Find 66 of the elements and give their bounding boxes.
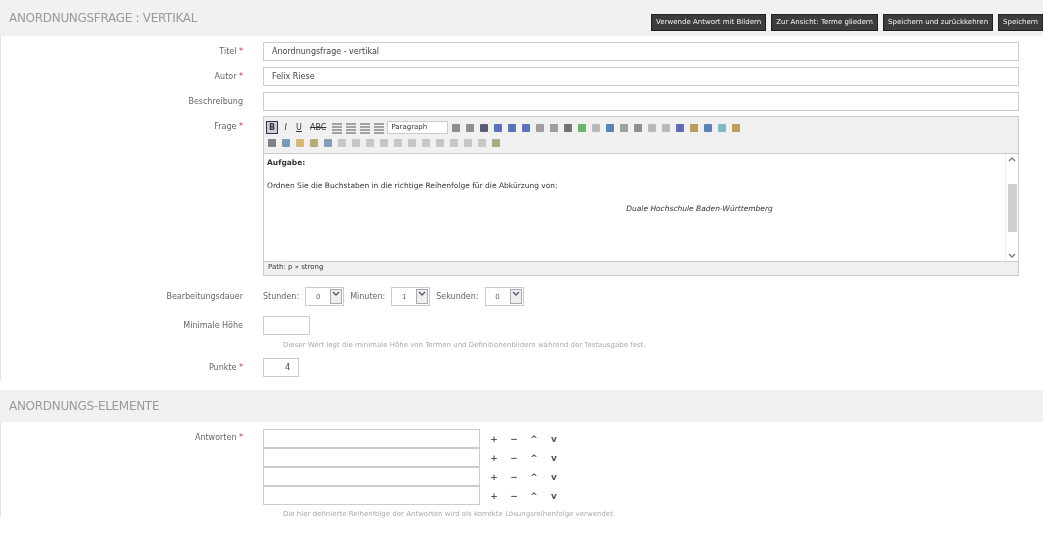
answer-field[interactable]: [263, 448, 480, 467]
row-action-button[interactable]: v: [550, 471, 558, 482]
row-action-button[interactable]: ^: [530, 452, 538, 463]
toolbar-icon[interactable]: [322, 136, 334, 149]
row-action-button[interactable]: ^: [530, 433, 538, 444]
toolbar-icon[interactable]: [562, 121, 575, 134]
answer-field[interactable]: [263, 467, 480, 486]
toolbar-icon[interactable]: [520, 121, 533, 134]
toolbar-icon[interactable]: [280, 136, 292, 149]
field-label: Bearbeitungsdauer: [166, 292, 243, 301]
unit-label: Stunden:: [263, 292, 300, 301]
row-action-button[interactable]: v: [550, 490, 558, 501]
toolbar-icon[interactable]: [478, 121, 491, 134]
row-action-button[interactable]: +: [490, 433, 498, 444]
align-icon[interactable]: [373, 121, 386, 134]
answer-field[interactable]: [263, 429, 480, 448]
caret-icon[interactable]: [331, 290, 342, 298]
field-label: Minimale Höhe: [183, 321, 243, 330]
toolbar-icon[interactable]: [450, 121, 463, 134]
toolbar-icon[interactable]: [632, 121, 645, 134]
row-action-button[interactable]: ^: [530, 471, 538, 482]
unit-label: Minuten:: [350, 292, 386, 301]
format-button[interactable]: ABC: [306, 121, 330, 134]
row-action-button[interactable]: +: [490, 471, 498, 482]
section-title: ANORDNUNGSFRAGE : VERTIKAL: [9, 11, 199, 25]
scrollbar[interactable]: [1005, 154, 1018, 261]
field-label: Titel *: [219, 47, 243, 56]
unit-label: Sekunden:: [436, 292, 479, 301]
align-icon[interactable]: [331, 121, 344, 134]
format-button[interactable]: B: [266, 121, 279, 134]
format-button[interactable]: I: [280, 121, 292, 134]
caret-icon[interactable]: [417, 290, 428, 298]
field-label: Frage *: [214, 122, 243, 131]
field-label: Punkte *: [208, 363, 243, 372]
row-action-button[interactable]: −: [510, 433, 518, 444]
row-action-button[interactable]: −: [510, 452, 518, 463]
row-action-button[interactable]: v: [550, 433, 558, 444]
section-title: ANORDNUNGS-ELEMENTE: [9, 399, 161, 413]
row-action-button[interactable]: −: [510, 471, 518, 482]
number-field[interactable]: [263, 316, 310, 335]
field-label: Beschreibung: [188, 97, 243, 106]
align-icon[interactable]: [345, 121, 358, 134]
answer-field[interactable]: [263, 486, 480, 505]
text-field[interactable]: [263, 92, 1019, 111]
row-action-button[interactable]: −: [510, 490, 518, 501]
field-label: Autor *: [214, 72, 243, 81]
row-action-button[interactable]: +: [490, 490, 498, 501]
scroll-up-icon[interactable]: [1008, 156, 1016, 162]
toolbar-icon[interactable]: [604, 121, 617, 134]
align-icon[interactable]: [359, 121, 372, 134]
caret-icon[interactable]: [510, 290, 521, 298]
text-field[interactable]: Anordnungsfrage - vertikal: [263, 42, 1019, 61]
row-action-button[interactable]: v: [550, 452, 558, 463]
field-label: Antworten *: [194, 433, 243, 442]
toolbar-icon[interactable]: [702, 121, 715, 134]
scroll-down-icon[interactable]: [1008, 253, 1016, 259]
row-action-button[interactable]: ^: [530, 490, 538, 501]
toolbar-icon[interactable]: [674, 121, 687, 134]
text-field[interactable]: Felix Riese: [263, 67, 1019, 86]
toolbar-icon[interactable]: [464, 121, 477, 134]
format-button[interactable]: U: [293, 121, 305, 134]
toolbar-icon[interactable]: [506, 121, 519, 134]
toolbar-icon[interactable]: [492, 121, 505, 134]
row-action-button[interactable]: +: [490, 452, 498, 463]
number-field[interactable]: 4: [263, 358, 299, 377]
toolbar-icon[interactable]: [266, 136, 278, 149]
